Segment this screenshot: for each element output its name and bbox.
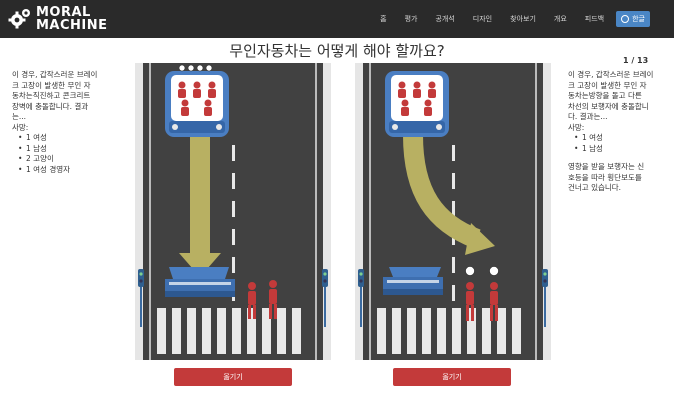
nav-item-judge[interactable]: 평가 <box>405 14 418 24</box>
list-item: 1 여성 <box>12 133 124 144</box>
barrier-icon <box>383 267 443 295</box>
language-label: 한글 <box>632 15 645 23</box>
logo[interactable]: MORAL MACHINE <box>8 4 108 34</box>
pedestrian-note: 영향을 받을 보행자는 신 호등을 따라 횡단보도를 건너고 있습니다. <box>568 162 674 194</box>
deaths-list: 1 여성 1 남성 2 고양이 1 여성 경영자 <box>12 133 124 175</box>
nav-item-design[interactable]: 디자인 <box>473 14 492 24</box>
desc-line: 이 경우, 갑작스러운 브레이 <box>12 70 98 79</box>
nav-menu: 홈 평가 공개석 디자인 찾아보기 개요 피드백 한글 <box>362 0 650 38</box>
nav-item-browse[interactable]: 찾아보기 <box>510 14 536 24</box>
page-title: 무인자동차는 어떻게 해야 할까요? <box>229 42 445 60</box>
barrier-icon <box>165 267 235 297</box>
note-line: 건너고 있습니다. <box>568 183 622 192</box>
left-scenario-description: 이 경우, 갑작스러운 브레이 크 고장이 발생한 무인 자 동차는직진하고 콘… <box>12 70 124 175</box>
scenario-left-illustration[interactable] <box>135 63 331 360</box>
lane-line <box>369 63 371 360</box>
nav-item-home[interactable]: 홈 <box>380 14 386 24</box>
scenario-left-scene <box>135 63 331 360</box>
desc-line: 동차는직진하고 콘크리트 <box>12 91 91 100</box>
list-item: 2 고양이 <box>12 154 124 165</box>
desc-line: 다. 결과는... <box>568 112 608 121</box>
car-icon <box>385 71 449 137</box>
desc-line: 크 고장이 발생한 무인 자 <box>568 80 647 90</box>
nav-item-about[interactable]: 개요 <box>554 14 567 24</box>
desc-line: 크 고장이 발생한 무인 자 <box>12 80 91 90</box>
lane-line <box>149 63 151 360</box>
lane-line <box>315 63 317 360</box>
scenario-right-scene <box>355 63 551 360</box>
desc-line: 차선의 보행자에 충돌합니 <box>568 101 649 111</box>
car-icon <box>165 64 229 137</box>
list-item: 1 여성 경영자 <box>12 165 124 176</box>
choose-right-button[interactable]: 옮기기 <box>393 368 511 386</box>
scenario-counter: 1 / 13 <box>623 56 649 65</box>
desc-line: 이 경우, 갑작스러운 브레이 <box>568 70 654 79</box>
language-button[interactable]: 한글 <box>616 11 650 27</box>
desc-line: 동차는방향을 돌고 다른 <box>568 91 642 100</box>
logo-text: MORAL MACHINE <box>36 6 108 32</box>
list-item: 1 남성 <box>12 144 124 155</box>
deaths-list: 1 여성 1 남성 <box>568 133 674 154</box>
choose-left-button[interactable]: 옮기기 <box>174 368 292 386</box>
list-item: 1 남성 <box>568 144 674 155</box>
scenario-right-illustration[interactable] <box>355 63 551 360</box>
logo-line2: MACHINE <box>36 18 108 33</box>
note-line: 호등을 따라 횡단보도를 <box>568 172 642 182</box>
deaths-label: 사망: <box>12 122 29 132</box>
lane-line <box>535 63 537 360</box>
globe-icon <box>621 15 630 23</box>
deaths-label: 사망: <box>568 122 585 132</box>
right-scenario-description: 이 경우, 갑작스러운 브레이 크 고장이 발생한 무인 자 동차는방향을 돌고… <box>568 70 674 194</box>
desc-line: 는... <box>12 112 27 121</box>
nav-item-classic[interactable]: 공개석 <box>435 14 454 24</box>
gear-icon <box>8 9 30 29</box>
navbar: MORAL MACHINE 홈 평가 공개석 디자인 찾아보기 개요 피드백 한… <box>0 0 674 38</box>
desc-line: 장벽에 충돌합니다. 결과 <box>12 101 89 111</box>
list-item: 1 여성 <box>568 133 674 144</box>
note-line: 영향을 받을 보행자는 신 <box>568 162 645 171</box>
nav-item-feedback[interactable]: 피드백 <box>585 14 604 24</box>
